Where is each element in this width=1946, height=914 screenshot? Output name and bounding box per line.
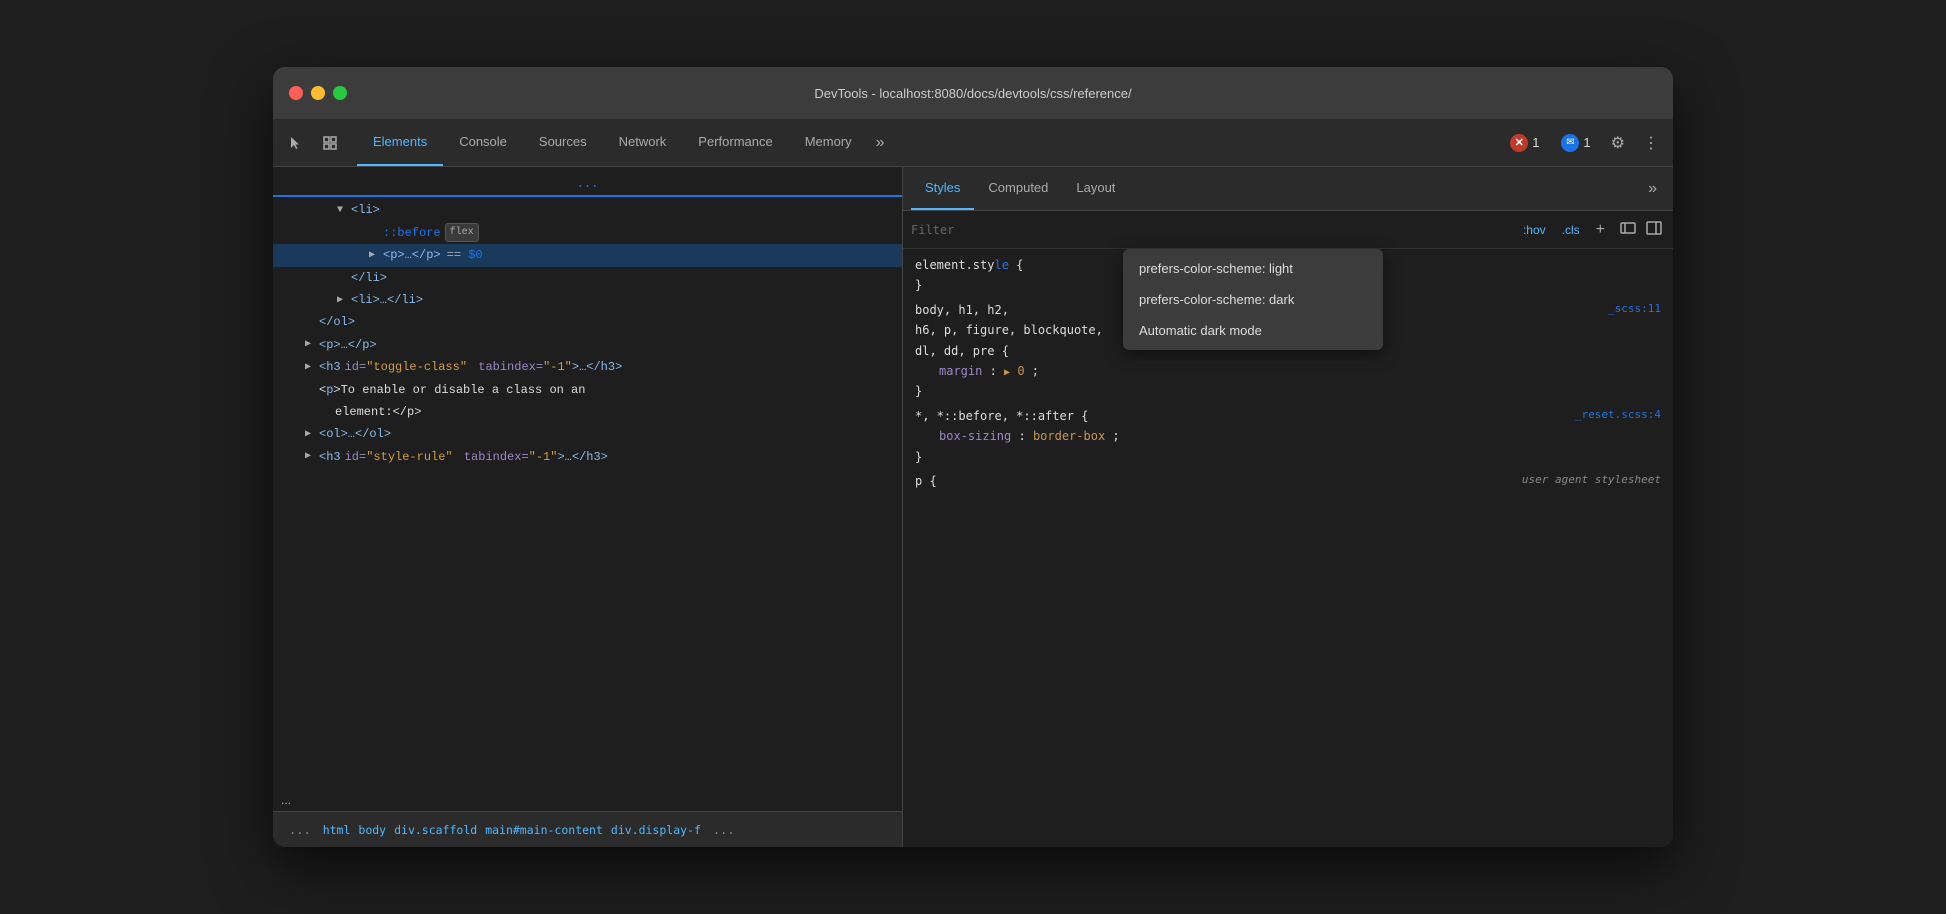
breadcrumb-div-scaffold[interactable]: div.scaffold [394,823,477,837]
more-options-icon[interactable]: ⋮ [1637,129,1665,157]
dropdown-item-light[interactable]: prefers-color-scheme: light [1123,253,1383,284]
dom-panel: ... ▼ <li> [273,167,903,847]
arrow-li2[interactable]: ▶ [337,292,351,309]
dom-line-li[interactable]: ▼ <li> [273,199,902,221]
filter-input[interactable] [911,223,1511,237]
styles-tab-bar: Styles Computed Layout » [903,167,1673,211]
file-link-scss11[interactable]: _scss:11 [1608,300,1661,319]
dropdown-item-dark[interactable]: prefers-color-scheme: dark [1123,284,1383,315]
dom-line-li-close[interactable]: </li> [273,267,902,289]
title-bar: DevTools - localhost:8080/docs/devtools/… [273,67,1673,119]
breadcrumb: ... html body div.scaffold main#main-con… [273,811,902,847]
arrow-p2[interactable]: ▶ [305,336,319,353]
tab-console[interactable]: Console [443,119,523,166]
inspect-icon[interactable] [315,128,345,158]
styles-panel: Styles Computed Layout » :hov .cls + [903,167,1673,847]
dom-line-ol-collapsed[interactable]: ▶ <ol>…</ol> [273,423,902,445]
window-title: DevTools - localhost:8080/docs/devtools/… [814,86,1131,101]
dropdown-item-auto[interactable]: Automatic dark mode [1123,315,1383,346]
cursor-icon[interactable] [281,128,311,158]
breadcrumb-main[interactable]: main#main-content [485,823,603,837]
dom-line-before[interactable]: ::before flex [273,222,902,244]
dom-line-p-text1[interactable]: <p>To enable or disable a class on an [273,379,902,401]
dom-tree[interactable]: ... ▼ <li> [273,167,902,811]
tab-layout[interactable]: Layout [1062,167,1129,210]
breadcrumb-div-display[interactable]: div.display-f [611,823,701,837]
color-scheme-dropdown: prefers-color-scheme: light prefers-colo… [1123,249,1383,350]
styles-more-tabs-button[interactable]: » [1640,167,1665,210]
arrow-li[interactable]: ▼ [337,202,351,219]
message-badge-button[interactable]: ✉ 1 [1553,130,1598,156]
dom-line-ol-close[interactable]: </ol> [273,311,902,333]
message-count-badge: ✉ [1561,134,1579,152]
cls-button[interactable]: .cls [1558,221,1584,239]
tab-styles[interactable]: Styles [911,167,974,210]
user-agent-label: user agent stylesheet [1522,471,1661,490]
dom-line-p-text2[interactable]: element:</p> [273,401,902,423]
main-tab-bar: Elements Console Sources Network Perform… [273,119,1673,167]
tab-computed[interactable]: Computed [974,167,1062,210]
tab-memory[interactable]: Memory [789,119,868,166]
dom-line-p2[interactable]: ▶ <p>…</p> [273,334,902,356]
dom-panel-dots[interactable]: ... [281,791,291,809]
filter-bar: :hov .cls + [903,211,1673,249]
toolbar-icons [281,119,345,166]
tab-bar-right: ✕ 1 ✉ 1 ⚙ ⋮ [1502,119,1665,166]
dom-scroll-indicator: ... [273,171,902,197]
error-count-badge: ✕ [1510,134,1528,152]
breadcrumb-dots-start[interactable]: ... [281,821,319,839]
hov-button[interactable]: :hov [1519,221,1550,239]
arrow-p[interactable]: ▶ [369,247,383,264]
message-count: 1 [1583,135,1590,150]
arrow-h3-2[interactable]: ▶ [305,448,319,465]
tab-sources[interactable]: Sources [523,119,603,166]
close-button[interactable] [289,86,303,100]
dom-line-li-collapsed[interactable]: ▶ <li>…</li> [273,289,902,311]
devtools-window: DevTools - localhost:8080/docs/devtools/… [273,67,1673,847]
message-icon: ✉ [1566,137,1574,148]
tab-network[interactable]: Network [603,119,683,166]
maximize-button[interactable] [333,86,347,100]
minimize-button[interactable] [311,86,325,100]
traffic-lights [289,86,347,100]
breadcrumb-html[interactable]: html [323,823,351,837]
arrow-ol[interactable]: ▶ [305,426,319,443]
more-tabs-button[interactable]: » [868,119,893,166]
error-icon: ✕ [1515,136,1524,149]
settings-icon[interactable]: ⚙ [1605,129,1631,157]
breadcrumb-dots-end[interactable]: ... [705,821,743,839]
arrow-h3[interactable]: ▶ [305,359,319,376]
sidebar-toggle-icon[interactable] [1643,217,1665,242]
dom-line-p-selected[interactable]: ▶ <p>…</p> == $0 [273,244,902,266]
filter-icons [1617,217,1665,242]
tab-elements[interactable]: Elements [357,119,443,166]
breadcrumb-body[interactable]: body [358,823,386,837]
file-link-reset[interactable]: _reset.scss:4 [1575,406,1661,425]
tab-performance[interactable]: Performance [682,119,788,166]
add-rule-button[interactable]: + [1592,219,1609,241]
dom-line-h3-style-rule[interactable]: ▶ <h3 id="style-rule" tabindex="-1" >…</… [273,446,902,468]
style-rule-universal: *, *::before, *::after { _reset.scss:4 b… [903,404,1673,469]
error-badge-button[interactable]: ✕ 1 [1502,130,1547,156]
flex-badge: flex [445,223,479,242]
error-count: 1 [1532,135,1539,150]
toggle-element-state-icon[interactable] [1617,217,1639,242]
dom-line-h3-toggle[interactable]: ▶ <h3 id="toggle-class" tabindex="-1" >…… [273,356,902,378]
style-rule-p: p { user agent stylesheet [903,469,1673,493]
main-content: ... ▼ <li> [273,167,1673,847]
